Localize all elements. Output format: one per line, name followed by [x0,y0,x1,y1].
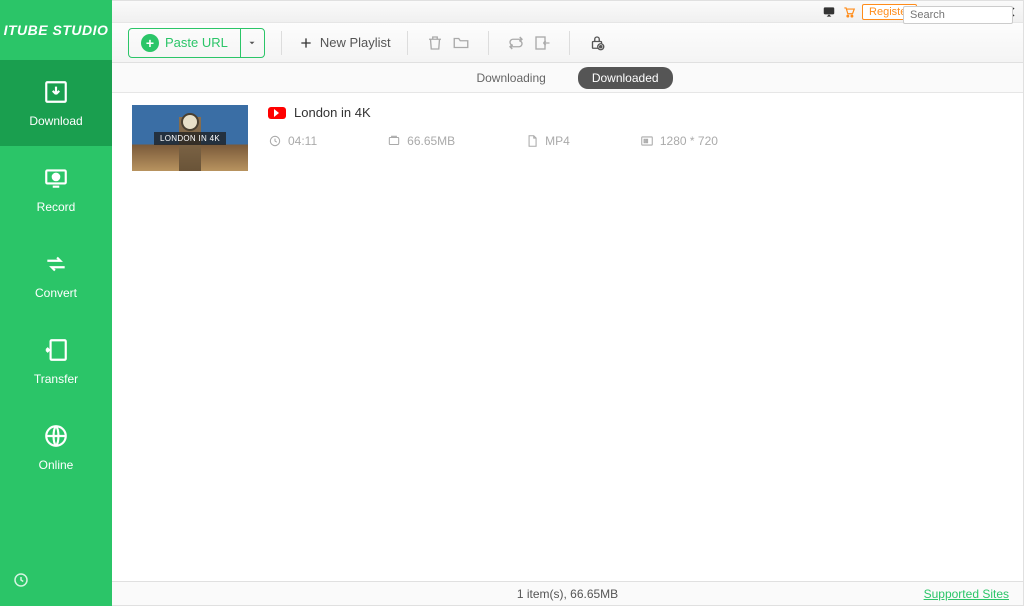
sidebar-item-download[interactable]: Download [0,60,112,146]
list-item[interactable]: LONDON IN 4K London in 4K 04:11 [132,103,1003,185]
sidebar-item-label: Online [39,458,74,472]
video-title: London in 4K [294,105,371,120]
titlebar: Register [112,1,1023,23]
plus-icon: + [141,34,159,52]
convert-icon [42,250,70,278]
meta-duration: 04:11 [268,134,317,148]
sidebar-item-label: Transfer [34,372,78,386]
supported-sites-link[interactable]: Supported Sites [924,587,1009,601]
transfer-icon [42,336,70,364]
loop-icon[interactable] [505,32,527,54]
resolution-icon [640,134,654,148]
tab-bar: Downloading Downloaded [112,63,1023,93]
cart-icon[interactable] [842,5,856,19]
online-icon [42,422,70,450]
record-icon [42,164,70,192]
youtube-icon [268,107,286,119]
status-summary: 1 item(s), 66.65MB [517,587,618,601]
folder-icon[interactable] [450,32,472,54]
paste-url-button[interactable]: + Paste URL [129,29,240,57]
sidebar-item-convert[interactable]: Convert [0,232,112,318]
main-area: Register + Paste URL New Playlist [112,0,1024,606]
import-icon[interactable] [531,32,553,54]
tab-downloading[interactable]: Downloading [462,67,559,89]
new-playlist-label: New Playlist [320,35,391,50]
feedback-icon[interactable] [822,5,836,19]
separator [488,31,489,55]
file-icon [525,134,539,148]
app-logo: ITUBE STUDIO [0,0,112,60]
meta-resolution: 1280 * 720 [640,134,718,148]
tab-downloaded[interactable]: Downloaded [578,67,673,89]
thumbnail-caption: LONDON IN 4K [154,132,226,145]
meta-format: MP4 [525,134,570,148]
separator [407,31,408,55]
separator [281,31,282,55]
paste-url-group: + Paste URL [128,28,265,58]
sidebar-item-record[interactable]: Record [0,146,112,232]
separator [569,31,570,55]
video-thumbnail: LONDON IN 4K [132,105,248,171]
sidebar: ITUBE STUDIO Download Record Convert Tra… [0,0,112,606]
new-playlist-button[interactable]: New Playlist [298,35,391,51]
sidebar-item-label: Record [37,200,76,214]
content-list: LONDON IN 4K London in 4K 04:11 [112,93,1023,581]
sidebar-item-label: Convert [35,286,77,300]
delete-icon[interactable] [424,32,446,54]
paste-url-dropdown[interactable] [240,29,264,57]
sidebar-item-transfer[interactable]: Transfer [0,318,112,404]
size-icon [387,134,401,148]
privacy-icon[interactable] [586,32,608,54]
toolbar: + Paste URL New Playlist [112,23,1023,63]
download-icon [42,78,70,106]
statusbar: 1 item(s), 66.65MB Supported Sites [112,581,1023,605]
history-icon[interactable] [12,576,30,593]
paste-url-label: Paste URL [165,35,228,50]
sidebar-item-label: Download [29,114,82,128]
clock-icon [268,134,282,148]
meta-size: 66.65MB [387,134,455,148]
sidebar-item-online[interactable]: Online [0,404,112,490]
search-input[interactable] [903,6,1013,24]
